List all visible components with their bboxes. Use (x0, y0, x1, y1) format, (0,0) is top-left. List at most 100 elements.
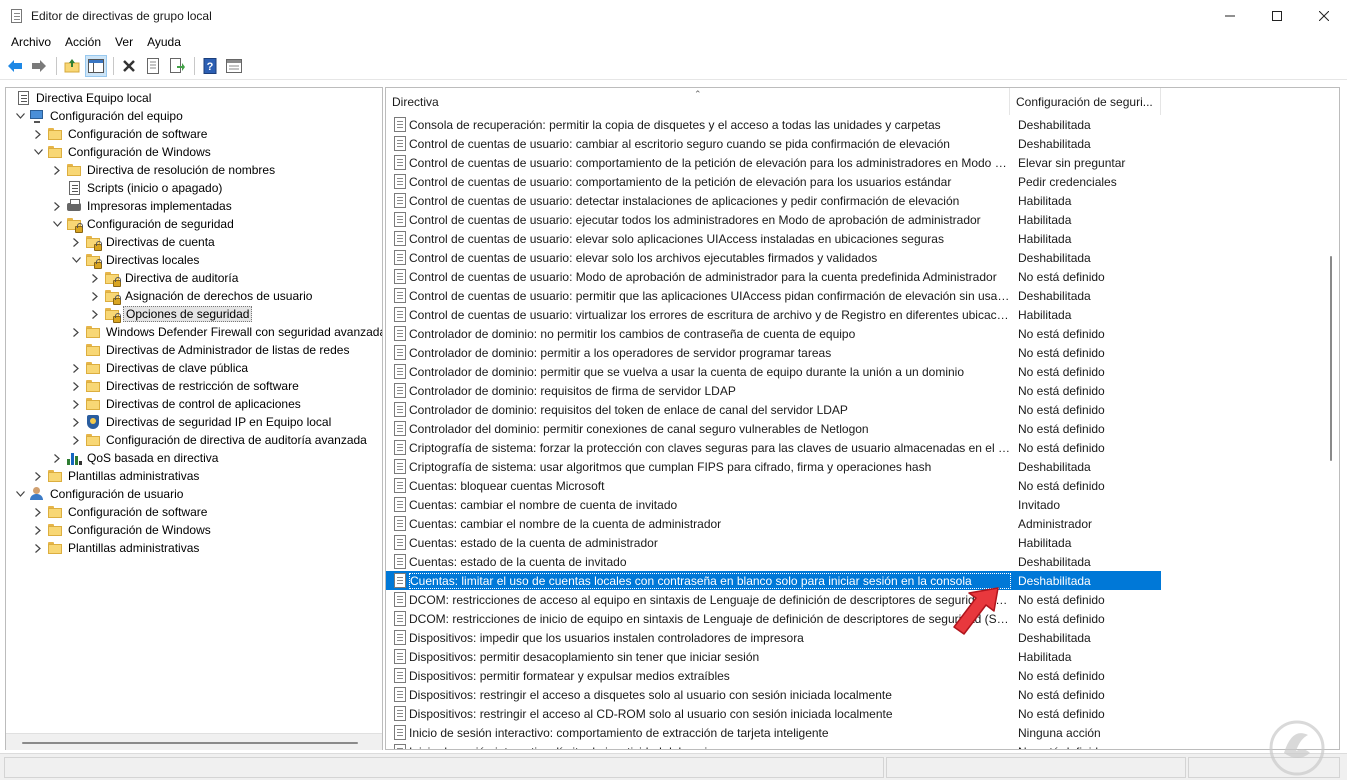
policy-row[interactable]: Cuentas: cambiar el nombre de la cuenta … (386, 514, 1161, 533)
policy-row[interactable]: Dispositivos: restringir el acceso a dis… (386, 685, 1161, 704)
tree-item-directivas-de-restriccion-de-software[interactable]: Directivas de restricción de software (70, 377, 301, 395)
expand-chevron-icon[interactable] (51, 200, 63, 212)
policy-row[interactable]: Inicio de sesión interactivo: comportami… (386, 723, 1161, 742)
expand-chevron-icon[interactable] (70, 416, 82, 428)
policy-row[interactable]: Control de cuentas de usuario: comportam… (386, 172, 1161, 191)
tree-item-configuracion-de-software[interactable]: Configuración de software (32, 503, 209, 521)
tree-item-configuracion-de-usuario[interactable]: Configuración de usuario (14, 485, 185, 503)
show-hide-tree-button[interactable] (85, 55, 107, 77)
policy-row[interactable]: Criptografía de sistema: forzar la prote… (386, 438, 1161, 457)
list-vertical-scrollbar[interactable] (1322, 88, 1339, 749)
expand-chevron-icon[interactable] (70, 362, 82, 374)
policy-row[interactable]: DCOM: restricciones de inicio de equipo … (386, 609, 1161, 628)
tree-item-asignacion-de-derechos-de-usuario[interactable]: Asignación de derechos de usuario (89, 287, 314, 305)
policy-row[interactable]: DCOM: restricciones de acceso al equipo … (386, 590, 1161, 609)
policy-row[interactable]: Controlador de dominio: permitir a los o… (386, 343, 1161, 362)
policy-row[interactable]: Control de cuentas de usuario: Modo de a… (386, 267, 1161, 286)
tree-item-directivas-locales[interactable]: Directivas locales (70, 251, 201, 269)
policy-row[interactable]: Cuentas: bloquear cuentas Microsoft No es… (386, 476, 1161, 495)
console-tree-pane[interactable]: Directiva Equipo local Configuración del … (5, 87, 383, 750)
back-button[interactable] (4, 55, 26, 77)
policy-row[interactable]: Dispositivos: permitir desacoplamiento s… (386, 647, 1161, 666)
expand-chevron-icon[interactable] (32, 506, 44, 518)
tree-item-configuracion-del-equipo[interactable]: Configuración del equipo (14, 107, 185, 125)
policy-row[interactable]: Dispositivos: permitir formatear y expul… (386, 666, 1161, 685)
close-button[interactable] (1300, 0, 1347, 32)
expand-chevron-icon[interactable] (32, 128, 44, 140)
policy-row[interactable]: Controlador de dominio: no permitir los … (386, 324, 1161, 343)
tree-item-directivas-de-control-de-aplicaciones[interactable]: Directivas de control de aplicaciones (70, 395, 303, 413)
policy-row[interactable]: Control de cuentas de usuario: elevar so… (386, 248, 1161, 267)
expand-chevron-icon[interactable] (89, 272, 101, 284)
tree-item-impresoras-implementadas[interactable]: Impresoras implementadas (51, 197, 234, 215)
expand-chevron-icon[interactable] (51, 164, 63, 176)
up-level-button[interactable] (61, 55, 83, 77)
minimize-button[interactable] (1206, 0, 1253, 32)
expand-chevron-icon[interactable] (70, 380, 82, 392)
policy-row[interactable]: Controlador del dominio: permitir conexi… (386, 419, 1161, 438)
tree-scrollbar-thumb[interactable] (22, 742, 358, 744)
menu-ver[interactable]: Ver (108, 35, 140, 49)
collapse-chevron-icon[interactable] (51, 218, 63, 230)
collapse-chevron-icon[interactable] (14, 110, 26, 122)
policy-row[interactable]: Control de cuentas de usuario: comportam… (386, 153, 1161, 172)
expand-chevron-icon[interactable] (51, 452, 63, 464)
policy-row[interactable]: Cuentas: cambiar el nombre de cuenta de … (386, 495, 1161, 514)
expand-chevron-icon[interactable] (70, 236, 82, 248)
policy-row[interactable]: Criptografía de sistema: usar algoritmos… (386, 457, 1161, 476)
policy-row[interactable]: Cuentas: estado de la cuenta de invitado… (386, 552, 1161, 571)
help-button[interactable]: ? (199, 55, 221, 77)
policy-row[interactable]: Control de cuentas de usuario: virtualiz… (386, 305, 1161, 324)
policy-row[interactable]: Inicio de sesión interactivo: límite de … (386, 742, 1161, 749)
expand-chevron-icon[interactable] (32, 524, 44, 536)
expand-chevron-icon[interactable] (32, 470, 44, 482)
expand-chevron-icon[interactable] (89, 290, 101, 302)
policy-row[interactable]: Control de cuentas de usuario: cambiar a… (386, 134, 1161, 153)
tree-item-scripts-inicio-o-apagado[interactable]: Scripts (inicio o apagado) (51, 179, 224, 197)
tree-item-configuracion-de-seguridad[interactable]: Configuración de seguridad (51, 215, 236, 233)
policy-row[interactable]: Control de cuentas de usuario: permitir … (386, 286, 1161, 305)
list-scrollbar-thumb[interactable] (1330, 256, 1332, 461)
expand-chevron-icon[interactable] (70, 326, 82, 338)
menu-accion[interactable]: Acción (58, 35, 108, 49)
policy-row[interactable]: Controlador de dominio: permitir que se … (386, 362, 1161, 381)
tree-horizontal-scrollbar[interactable] (6, 733, 382, 750)
tree-item-configuracion-de-windows[interactable]: Configuración de Windows (32, 521, 213, 539)
tree-item-directivas-de-clave-publica[interactable]: Directivas de clave pública (70, 359, 250, 377)
tree-item-plantillas-administrativas[interactable]: Plantillas administrativas (32, 539, 201, 557)
tree-item-configuracion-de-software[interactable]: Configuración de software (32, 125, 209, 143)
column-header-directiva[interactable]: Directiva ⌃ (386, 88, 1010, 115)
forward-button[interactable] (28, 55, 50, 77)
column-header-configuracion[interactable]: Configuración de seguri... (1010, 88, 1161, 115)
properties-button[interactable] (142, 55, 164, 77)
tree-item-configuracion-de-directiva-de-auditoria-avanzada[interactable]: Configuración de directiva de auditoría … (70, 431, 369, 449)
policy-row[interactable]: Dispositivos: impedir que los usuarios i… (386, 628, 1161, 647)
tree-item-directivas-de-seguridad-ip-en-equipo-local[interactable]: Directivas de seguridad IP en Equipo loc… (70, 413, 333, 431)
policy-row[interactable]: Consola de recuperación: permitir la cop… (386, 115, 1161, 134)
tree-item-opciones-de-seguridad[interactable]: Opciones de seguridad (89, 305, 253, 323)
policy-row[interactable]: Controlador de dominio: requisitos del t… (386, 400, 1161, 419)
delete-button[interactable] (118, 55, 140, 77)
tree-item-directiva-equipo-local[interactable]: Directiva Equipo local (6, 89, 153, 107)
policy-row[interactable]: Control de cuentas de usuario: detectar … (386, 191, 1161, 210)
expand-chevron-icon[interactable] (70, 398, 82, 410)
tree-item-directivas-de-cuenta[interactable]: Directivas de cuenta (70, 233, 217, 251)
tree-item-directivas-de-administrador-de-listas-de-redes[interactable]: Directivas de Administrador de listas de… (70, 341, 351, 359)
tree-item-windows-defender-firewall-con-seguridad-avanzada[interactable]: Windows Defender Firewall con seguridad … (70, 323, 382, 341)
policy-row[interactable]: Cuentas: estado de la cuenta de administ… (386, 533, 1161, 552)
tree-item-plantillas-administrativas[interactable]: Plantillas administrativas (32, 467, 201, 485)
tree-item-directiva-de-auditoria[interactable]: Directiva de auditoría (89, 269, 240, 287)
tree-item-qos-basada-en-directiva[interactable]: QoS basada en directiva (51, 449, 220, 467)
menu-archivo[interactable]: Archivo (4, 35, 58, 49)
policy-row[interactable]: Control de cuentas de usuario: elevar so… (386, 229, 1161, 248)
policy-row[interactable]: Dispositivos: restringir el acceso al CD… (386, 704, 1161, 723)
policy-row[interactable]: Controlador de dominio: requisitos de fi… (386, 381, 1161, 400)
export-list-button[interactable] (166, 55, 188, 77)
console-view-button[interactable] (223, 55, 245, 77)
collapse-chevron-icon[interactable] (32, 146, 44, 158)
tree-item-directiva-de-resolucion-de-nombres[interactable]: Directiva de resolución de nombres (51, 161, 277, 179)
collapse-chevron-icon[interactable] (70, 254, 82, 266)
maximize-button[interactable] (1253, 0, 1300, 32)
expand-chevron-icon[interactable] (32, 542, 44, 554)
expand-chevron-icon[interactable] (70, 434, 82, 446)
